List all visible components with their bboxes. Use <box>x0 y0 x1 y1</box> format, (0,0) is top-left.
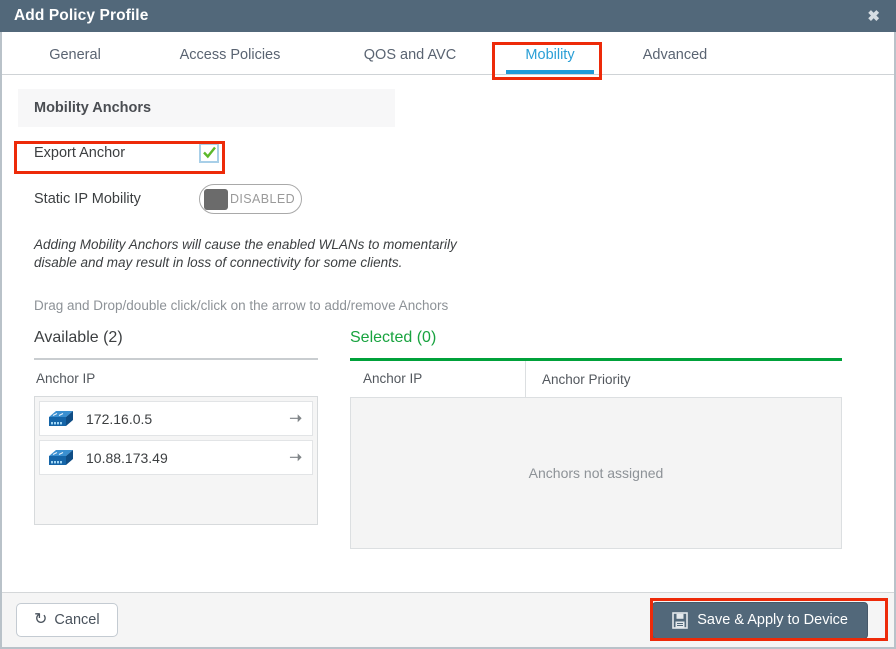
static-ip-mobility-toggle[interactable]: DISABLED <box>199 184 302 214</box>
mobility-warning-line2: disable and may result in loss of connec… <box>34 255 403 270</box>
toggle-state-label: DISABLED <box>229 192 296 206</box>
dialog-titlebar: Add Policy Profile ✖ <box>0 0 896 32</box>
floppy-disk-icon <box>672 611 689 629</box>
list-item[interactable]: 10.88.173.49 ➝ <box>39 440 313 475</box>
mobility-warning-text: Adding Mobility Anchors will cause the e… <box>18 236 878 272</box>
tab-advanced[interactable]: Advanced <box>600 47 750 74</box>
anchor-ip-value: 10.88.173.49 <box>86 449 168 466</box>
tab-qos-and-avc[interactable]: QOS and AVC <box>320 47 500 74</box>
arrow-right-icon[interactable]: ➝ <box>289 450 302 465</box>
save-apply-button[interactable]: Save & Apply to Device <box>652 601 868 639</box>
network-switch-icon <box>49 449 73 465</box>
save-apply-button-label: Save & Apply to Device <box>697 612 848 628</box>
tab-general[interactable]: General <box>10 47 140 74</box>
selected-anchors-empty-state[interactable]: Anchors not assigned <box>350 397 842 549</box>
dialog-body: General Access Policies QOS and AVC Mobi… <box>0 32 896 649</box>
check-icon <box>202 146 216 159</box>
selected-col-anchor-ip: Anchor IP <box>350 361 526 397</box>
anchor-ip-value: 172.16.0.5 <box>86 410 153 427</box>
arrow-right-icon[interactable]: ➝ <box>289 411 302 426</box>
anchors-not-assigned-text: Anchors not assigned <box>528 465 664 481</box>
mobility-tab-panel: Mobility Anchors Export Anchor Static IP… <box>2 75 894 592</box>
close-icon[interactable]: ✖ <box>863 7 884 26</box>
tab-mobility[interactable]: Mobility <box>500 47 600 74</box>
export-anchor-label: Export Anchor <box>34 144 126 161</box>
network-switch-icon <box>49 410 73 426</box>
export-anchor-row: Export Anchor <box>18 137 878 168</box>
mobility-warning-line1: Adding Mobility Anchors will cause the e… <box>34 237 457 252</box>
anchor-transfer-lists: Available (2) Anchor IP 172.16.0.5 ➝ 10.… <box>18 329 878 549</box>
selected-anchors-title: Selected (0) <box>350 329 437 346</box>
drag-drop-hint: Drag and Drop/double click/click on the … <box>34 298 449 313</box>
tab-access-policies[interactable]: Access Policies <box>140 47 320 74</box>
tab-bar: General Access Policies QOS and AVC Mobi… <box>2 32 894 75</box>
available-anchors-title: Available (2) <box>34 329 123 346</box>
available-column-headers: Anchor IP <box>34 360 318 396</box>
dialog-footer: ↻ Cancel Save & Apply to Device <box>2 592 894 647</box>
dialog-title: Add Policy Profile <box>14 7 149 24</box>
undo-arrow-icon: ↻ <box>34 611 48 628</box>
selected-anchors-pane: Selected (0) Anchor IP Anchor Priority A… <box>350 329 842 549</box>
selected-col-anchor-priority: Anchor Priority <box>542 371 631 387</box>
list-item[interactable]: 172.16.0.5 ➝ <box>39 401 313 436</box>
available-anchors-list[interactable]: 172.16.0.5 ➝ 10.88.173.49 ➝ <box>34 396 318 525</box>
available-col-anchor-ip: Anchor IP <box>36 370 96 386</box>
available-anchors-pane: Available (2) Anchor IP 172.16.0.5 ➝ 10.… <box>34 329 318 549</box>
export-anchor-checkbox[interactable] <box>199 142 219 163</box>
mobility-anchors-section-header: Mobility Anchors <box>18 89 395 127</box>
static-ip-mobility-row: Static IP Mobility DISABLED <box>18 184 878 214</box>
toggle-knob <box>204 188 228 210</box>
static-ip-mobility-label: Static IP Mobility <box>34 191 141 207</box>
selected-column-headers: Anchor IP Anchor Priority <box>350 361 842 397</box>
cancel-button-label: Cancel <box>54 612 100 628</box>
cancel-button[interactable]: ↻ Cancel <box>16 603 118 637</box>
